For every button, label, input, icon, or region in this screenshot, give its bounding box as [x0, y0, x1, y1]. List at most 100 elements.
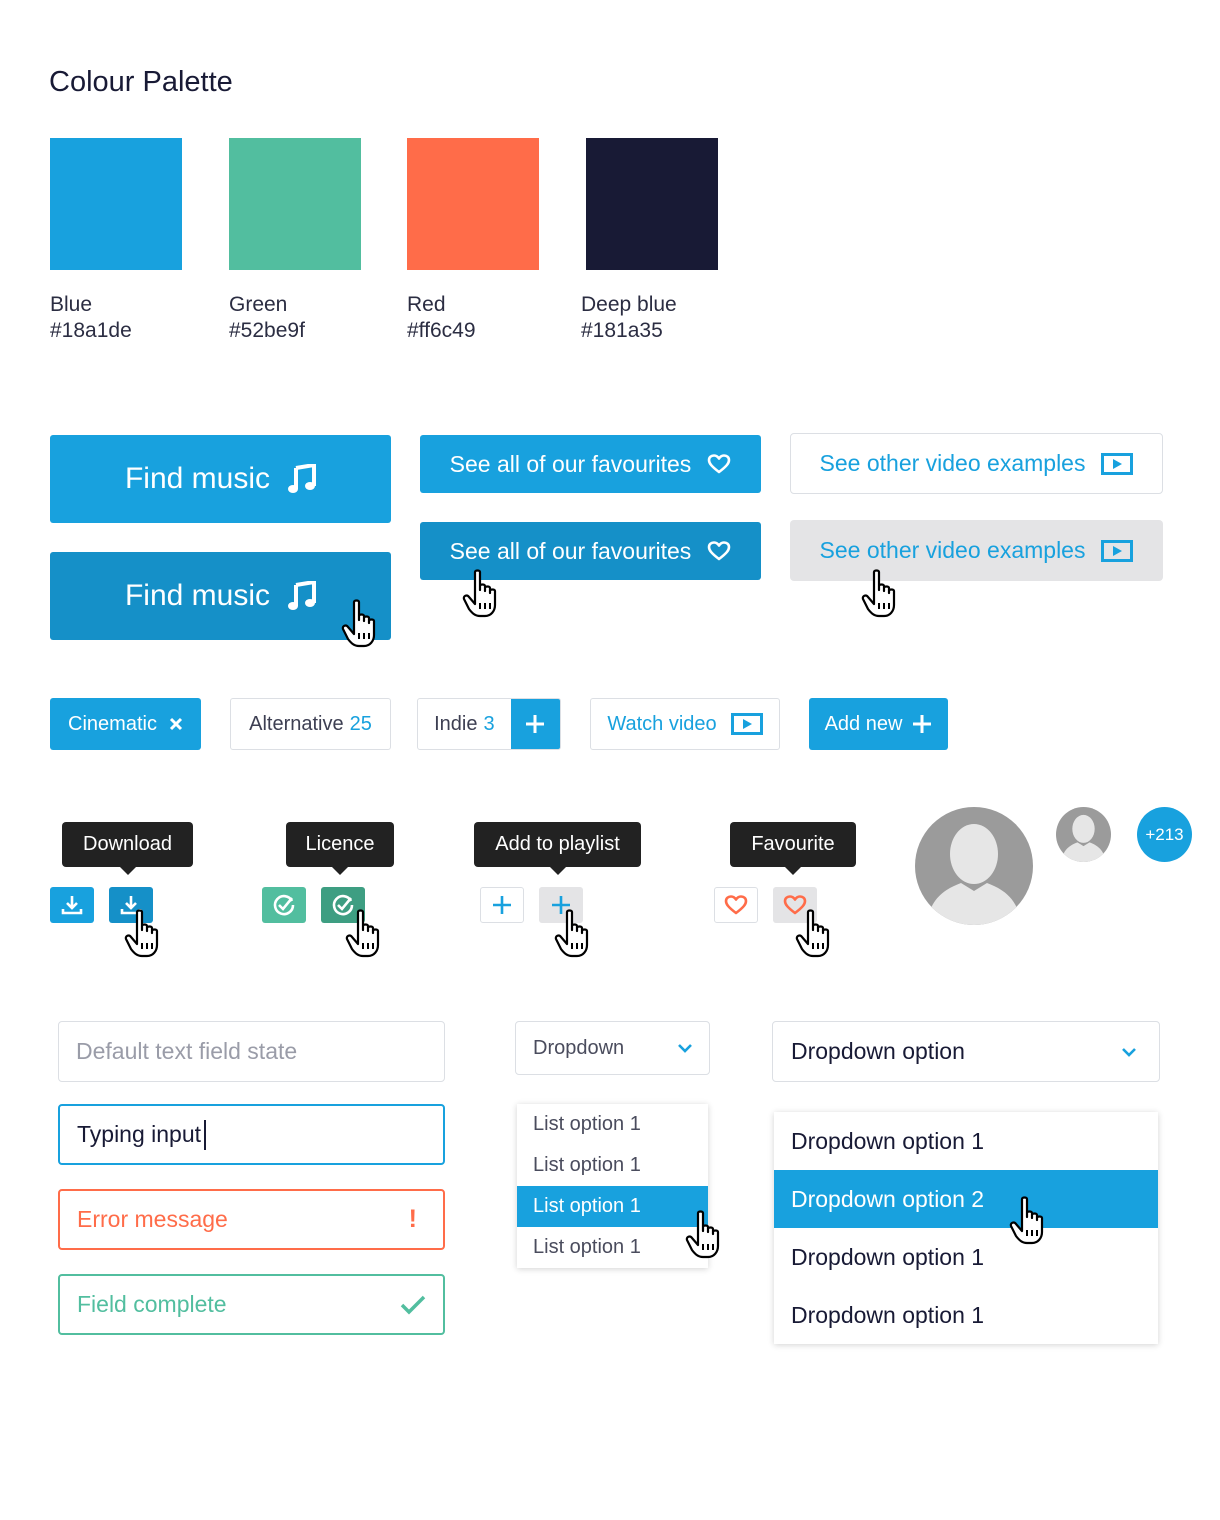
heart-icon [707, 540, 731, 562]
download-icon [61, 894, 83, 916]
swatch-caption-red: Red #ff6c49 [407, 292, 476, 344]
list-item-highlighted[interactable]: List option 1 [517, 1186, 708, 1227]
complete-field[interactable]: Field complete [58, 1274, 445, 1335]
play-video-icon [730, 713, 763, 735]
chip-indie[interactable]: Indie 3 [417, 698, 561, 750]
swatch-deep-blue [586, 138, 718, 270]
chip-indie-add-button[interactable] [510, 699, 560, 749]
tooltip-download: Download [62, 822, 193, 875]
dropdown-small[interactable]: Dropdown [515, 1021, 710, 1075]
see-videos-button-hover[interactable]: See other video examples [790, 520, 1163, 581]
more-avatars-badge[interactable]: +213 [1137, 807, 1192, 862]
typing-input-field[interactable]: Typing input [58, 1104, 445, 1165]
default-text-field[interactable]: Default text field state [58, 1021, 445, 1082]
heart-icon [724, 894, 748, 916]
dropdown-large-list: Dropdown option 1 Dropdown option 2 Drop… [774, 1112, 1158, 1344]
play-video-icon [1101, 539, 1134, 562]
chevron-down-icon [1121, 1047, 1137, 1057]
dropdown-small-list: List option 1 List option 1 List option … [517, 1104, 708, 1268]
tooltip-licence: Licence [286, 822, 394, 875]
find-music-button[interactable]: Find music [50, 435, 391, 523]
dropdown-item[interactable]: Dropdown option 1 [774, 1228, 1158, 1286]
chip-cinematic-label: Cinematic [68, 712, 157, 735]
plus-icon [912, 714, 932, 734]
chip-alternative[interactable]: Alternative 25 [230, 698, 391, 750]
dropdown-item[interactable]: Dropdown option 1 [774, 1112, 1158, 1170]
hand-cursor-icon [344, 909, 390, 959]
find-music-label: Find music [124, 579, 271, 612]
avatar-small[interactable] [1056, 807, 1111, 862]
swatch-hex: #18a1de [50, 319, 132, 342]
user-silhouette-icon [927, 824, 1021, 925]
hand-cursor-icon [123, 909, 169, 959]
default-field-placeholder: Default text field state [76, 1038, 298, 1064]
tooltip-favourite: Favourite [730, 822, 856, 875]
complete-field-text: Field complete [77, 1291, 227, 1317]
swatch-hex: #181a35 [581, 319, 663, 342]
close-icon[interactable] [169, 717, 183, 731]
chip-indie-label: Indie [434, 712, 478, 735]
chip-alternative-label: Alternative [249, 712, 344, 735]
see-videos-label: See other video examples [819, 537, 1086, 563]
swatch-caption-deep-blue: Deep blue #181a35 [581, 292, 677, 344]
music-note-icon [288, 581, 317, 611]
see-videos-label: See other video examples [819, 450, 1086, 476]
text-caret [204, 1119, 207, 1150]
swatch-name: Blue [50, 293, 93, 316]
music-note-icon [288, 464, 317, 494]
avatar-large[interactable] [915, 807, 1033, 925]
user-silhouette-icon [1061, 814, 1106, 862]
see-videos-button[interactable]: See other video examples [790, 433, 1163, 494]
typing-field-value: Typing input [77, 1121, 202, 1147]
licence-button[interactable] [262, 887, 306, 923]
chevron-down-icon [677, 1043, 693, 1053]
swatch-caption-green: Green #52be9f [229, 292, 305, 344]
swatch-name: Green [229, 293, 288, 316]
watch-video-button[interactable]: Watch video [590, 698, 780, 750]
chip-indie-body: Indie 3 [418, 699, 511, 749]
add-to-playlist-button[interactable] [480, 887, 524, 923]
hand-cursor-icon [1008, 1196, 1054, 1246]
checkmark-icon [400, 1295, 426, 1315]
add-new-button[interactable]: Add new [809, 698, 948, 750]
see-favourites-label: See all of our favourites [449, 450, 692, 477]
swatch-red [407, 138, 539, 270]
error-field[interactable]: Error message ! [58, 1189, 445, 1250]
hand-cursor-icon [340, 599, 386, 649]
swatch-caption-blue: Blue #18a1de [50, 292, 132, 344]
error-alert-icon: ! [408, 1205, 417, 1233]
hand-cursor-icon [461, 569, 507, 619]
list-item[interactable]: List option 1 [517, 1145, 708, 1186]
tooltip-add-to-playlist: Add to playlist [474, 822, 641, 875]
dropdown-large-label: Dropdown option [791, 1038, 965, 1064]
swatch-name: Red [407, 293, 446, 316]
dropdown-small-label: Dropdown [533, 1036, 625, 1059]
hand-cursor-icon [860, 569, 906, 619]
dropdown-item[interactable]: Dropdown option 1 [774, 1286, 1158, 1344]
dropdown-item-highlighted[interactable]: Dropdown option 2 [774, 1170, 1158, 1228]
download-button[interactable] [50, 887, 94, 923]
error-field-text: Error message [77, 1206, 228, 1232]
list-item[interactable]: List option 1 [517, 1104, 708, 1145]
chip-cinematic[interactable]: Cinematic [50, 698, 201, 750]
plus-icon [525, 714, 545, 734]
see-favourites-button[interactable]: See all of our favourites [420, 435, 761, 493]
play-video-icon [1101, 452, 1134, 475]
swatch-name: Deep blue [581, 293, 677, 316]
licence-check-icon [272, 893, 296, 917]
watch-video-label: Watch video [607, 712, 717, 735]
favourite-button[interactable] [714, 887, 758, 923]
plus-icon [492, 895, 512, 915]
find-music-label: Find music [124, 462, 271, 495]
palette-title: Colour Palette [49, 66, 233, 98]
swatch-hex: #52be9f [229, 319, 305, 342]
list-item[interactable]: List option 1 [517, 1227, 708, 1268]
heart-icon [707, 453, 731, 475]
hand-cursor-icon [684, 1210, 730, 1260]
swatch-hex: #ff6c49 [407, 319, 476, 342]
swatch-green [229, 138, 361, 270]
see-favourites-label: See all of our favourites [449, 537, 692, 564]
dropdown-large[interactable]: Dropdown option [772, 1021, 1160, 1082]
hand-cursor-icon [794, 909, 840, 959]
add-new-label: Add new [824, 712, 903, 735]
